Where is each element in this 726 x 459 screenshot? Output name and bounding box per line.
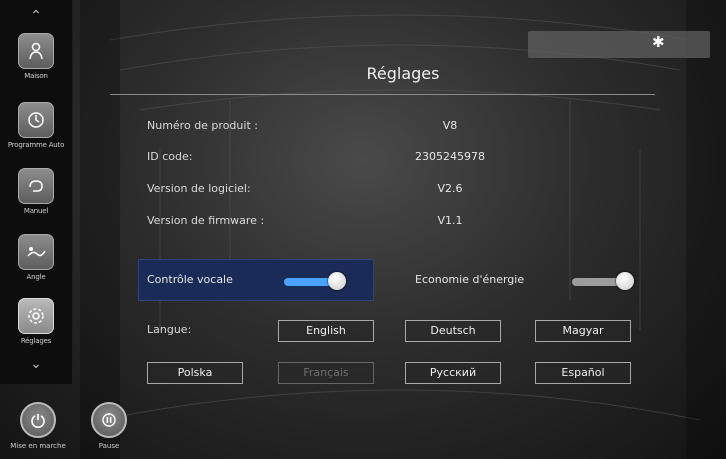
page-title: Réglages bbox=[366, 64, 440, 83]
lang-button-espanol[interactable]: Español bbox=[535, 362, 631, 384]
toggle-knob bbox=[328, 272, 346, 290]
sidebar-item-label: Programme Auto bbox=[7, 141, 65, 149]
lang-button-magyar[interactable]: Magyar bbox=[535, 320, 631, 342]
voice-control-toggle[interactable] bbox=[284, 272, 346, 290]
info-value-firmware-version: V1.1 bbox=[437, 214, 463, 227]
lang-button-francais[interactable]: Français bbox=[278, 362, 374, 384]
power-button[interactable]: Mise en marche bbox=[3, 402, 73, 450]
power-label: Mise en marche bbox=[10, 442, 66, 450]
sidebar-item-reglages[interactable]: Réglages bbox=[0, 298, 72, 345]
info-value-product-number: V8 bbox=[442, 119, 458, 132]
sidebar-nav: ⌃ Maison Programme Auto Manuel Angle Rég… bbox=[0, 0, 73, 384]
auto-program-icon bbox=[18, 102, 54, 138]
sidebar-item-label: Manuel bbox=[23, 207, 49, 215]
lang-button-russian[interactable]: Русский bbox=[405, 362, 501, 384]
title-divider bbox=[110, 94, 655, 95]
info-label-id-code: ID code: bbox=[147, 150, 193, 163]
sidebar-item-programme-auto[interactable]: Programme Auto bbox=[0, 102, 72, 149]
info-value-id-code: 2305245978 bbox=[415, 150, 485, 163]
sidebar-item-label: Réglages bbox=[20, 337, 52, 345]
power-icon bbox=[20, 402, 56, 438]
recline-icon bbox=[18, 234, 54, 270]
pause-label: Pause bbox=[98, 442, 120, 450]
lang-button-polska[interactable]: Polska bbox=[147, 362, 243, 384]
info-value-software-version: V2.6 bbox=[437, 182, 463, 195]
sidebar-item-label: Angle bbox=[26, 273, 46, 281]
info-label-software-version: Version de logiciel: bbox=[147, 182, 251, 195]
info-label-firmware-version: Version de firmware : bbox=[147, 214, 265, 227]
scroll-up-chevron-icon[interactable]: ⌃ bbox=[0, 8, 72, 24]
scroll-down-chevron-icon[interactable]: ⌄ bbox=[0, 356, 72, 372]
sidebar-item-manuel[interactable]: Manuel bbox=[0, 168, 72, 215]
pause-button[interactable]: Pause bbox=[74, 402, 144, 450]
language-label: Langue: bbox=[147, 323, 192, 336]
toggle-knob bbox=[616, 272, 634, 290]
lang-button-english[interactable]: English bbox=[278, 320, 374, 342]
voice-control-label: Contrôle vocale bbox=[147, 273, 233, 286]
energy-saving-toggle[interactable] bbox=[572, 272, 634, 290]
hand-icon bbox=[18, 168, 54, 204]
lang-button-deutsch[interactable]: Deutsch bbox=[405, 320, 501, 342]
bluetooth-icon[interactable]: ✱ bbox=[652, 33, 665, 51]
gear-icon bbox=[18, 298, 54, 334]
status-bar bbox=[528, 31, 710, 58]
sidebar-item-angle[interactable]: Angle bbox=[0, 234, 72, 281]
pause-icon bbox=[91, 402, 127, 438]
info-label-product-number: Numéro de produit : bbox=[147, 119, 258, 132]
energy-saving-label: Economie d'énergie bbox=[415, 273, 525, 286]
